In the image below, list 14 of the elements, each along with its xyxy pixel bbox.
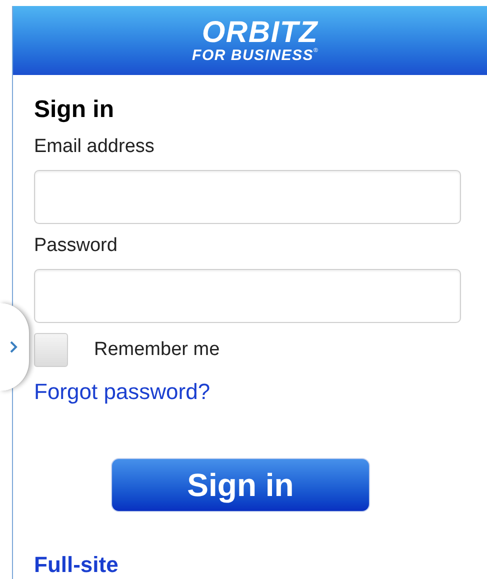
field-label: Email address xyxy=(34,135,156,159)
logo-text: ORBITZ xyxy=(202,18,318,48)
input-field[interactable] xyxy=(34,269,461,323)
remember-me-label: Remember me xyxy=(94,338,220,362)
chevron-right-icon xyxy=(10,341,18,353)
forgot-password-link[interactable]: Forgot password? xyxy=(34,375,210,408)
remember-checkbox[interactable] xyxy=(34,333,68,367)
full-site-link[interactable]: Full-site xyxy=(34,548,118,579)
logo-subtitle: FOR BUSINESS xyxy=(192,48,314,63)
sign-in-heading: Sign in xyxy=(34,95,115,125)
input-field[interactable] xyxy=(34,170,461,224)
field-label: Password xyxy=(34,234,118,258)
sign-in-button[interactable]: Sign in xyxy=(111,458,370,512)
drawer-handle[interactable] xyxy=(0,303,30,391)
